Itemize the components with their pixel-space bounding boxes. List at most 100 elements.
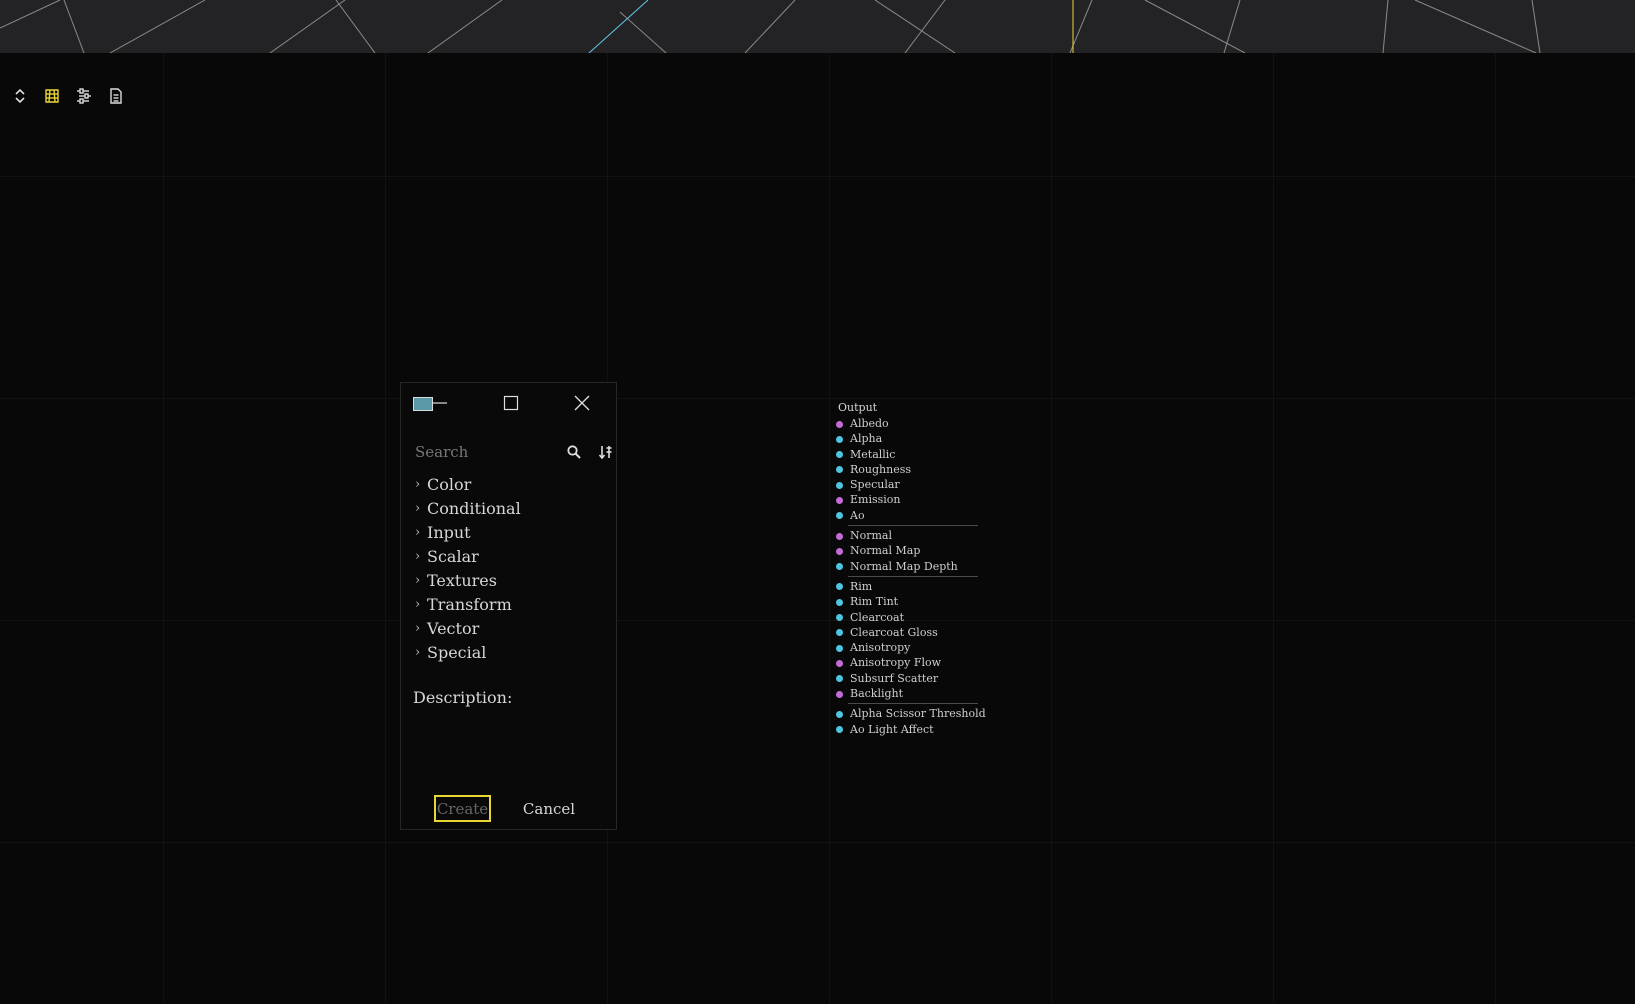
category-item[interactable]: › Color [415,473,521,497]
input-port[interactable]: Backlight [834,686,984,701]
port-label: Emission [850,493,901,507]
port-label: Alpha [850,432,883,446]
port-connector-icon[interactable] [836,563,843,571]
category-label: Vector [427,619,480,638]
input-port[interactable]: Alpha [834,431,984,446]
port-connector-icon[interactable] [836,583,843,591]
viewport-preview[interactable] [0,0,1635,53]
input-port[interactable]: Normal Map Depth [834,559,984,574]
port-separator [848,575,978,577]
output-node[interactable]: Output Albedo Alpha Metallic Roughness Specu… [834,400,986,737]
input-port[interactable]: Specular [834,477,984,492]
category-item[interactable]: › Vector [415,617,521,641]
input-port[interactable]: Clearcoat [834,610,984,625]
port-connector-icon[interactable] [836,598,843,606]
grid-snap-button[interactable] [42,86,62,106]
chevron-right-icon: › [415,573,421,588]
graph-toolbar [10,86,126,106]
chevron-right-icon: › [415,525,421,540]
input-port[interactable]: Subsurf Scatter [834,671,984,686]
search-input[interactable] [413,439,547,465]
category-label: Input [427,523,471,542]
port-separator [848,703,978,705]
port-connector-icon[interactable] [836,532,843,540]
graph-canvas[interactable] [0,53,1635,1004]
maximize-button[interactable] [498,391,524,415]
category-item[interactable]: › Transform [415,593,521,617]
input-port[interactable]: Rim [834,579,984,594]
category-item[interactable]: › Input [415,521,521,545]
port-separator [848,525,978,527]
port-label: Backlight [850,687,904,701]
description-label: Description: [413,688,513,707]
category-item[interactable]: › Scalar [415,545,521,569]
port-connector-icon[interactable] [836,629,843,637]
input-port[interactable]: Normal [834,528,984,543]
input-port[interactable]: Anisotropy [834,640,984,655]
close-button[interactable] [569,391,595,415]
port-connector-icon[interactable] [836,614,843,622]
maximize-icon [503,395,519,411]
port-label: Roughness [850,462,911,476]
port-connector-icon[interactable] [836,466,843,474]
port-label: Subsurf Scatter [850,671,939,685]
port-connector-icon[interactable] [836,710,843,718]
category-label: Textures [427,571,497,590]
input-port[interactable]: Metallic [834,447,984,462]
input-port[interactable]: Albedo [834,416,984,431]
category-item[interactable]: › Special [415,641,521,665]
chevron-right-icon: › [415,597,421,612]
show-code-button[interactable] [106,86,126,106]
input-port[interactable]: Ao Light Affect [834,722,984,737]
category-label: Special [427,643,487,662]
input-port[interactable]: Clearcoat Gloss [834,625,984,640]
port-connector-icon[interactable] [836,512,843,520]
port-connector-icon[interactable] [836,451,843,459]
port-connector-icon[interactable] [836,690,843,698]
minimize-icon [433,402,447,404]
input-port[interactable]: Anisotropy Flow [834,655,984,670]
port-label: Clearcoat Gloss [850,625,938,639]
category-item[interactable]: › Textures [415,569,521,593]
sort-filter-button[interactable] [595,441,617,463]
search-button[interactable] [563,441,585,463]
port-label: Anisotropy Flow [850,656,942,670]
port-connector-icon[interactable] [836,420,843,428]
input-port[interactable]: Ao [834,508,984,523]
search-icon [567,445,581,459]
dialog-titlebar[interactable] [401,383,616,423]
category-item[interactable]: › Conditional [415,497,521,521]
input-port[interactable]: Emission [834,492,984,507]
chevron-right-icon: › [415,621,421,636]
port-label: Metallic [850,447,896,461]
grid-snap-icon [45,89,59,103]
minimize-button[interactable] [427,391,453,415]
cancel-button[interactable]: Cancel [521,795,577,822]
input-port[interactable]: Normal Map [834,543,984,558]
create-button[interactable]: Create [434,795,491,822]
chevron-right-icon: › [415,501,421,516]
arrange-icon [77,88,91,104]
port-label: Specular [850,478,900,492]
port-label: Ao Light Affect [850,722,934,736]
port-connector-icon[interactable] [836,496,843,504]
input-port[interactable]: Rim Tint [834,594,984,609]
port-label: Ao [850,508,865,522]
expand-collapse-button[interactable] [10,86,30,106]
chevron-right-icon: › [415,645,421,660]
arrange-nodes-button[interactable] [74,86,94,106]
chevron-right-icon: › [415,549,421,564]
input-port[interactable]: Roughness [834,462,984,477]
category-label: Conditional [427,499,521,518]
port-label: Rim [850,579,873,593]
port-connector-icon[interactable] [836,435,843,443]
port-connector-icon[interactable] [836,547,843,555]
port-label: Anisotropy [850,641,911,655]
port-connector-icon[interactable] [836,726,843,734]
port-connector-icon[interactable] [836,481,843,489]
port-connector-icon[interactable] [836,644,843,652]
port-list: Albedo Alpha Metallic Roughness Specular Emis… [834,416,986,737]
port-connector-icon[interactable] [836,675,843,683]
port-connector-icon[interactable] [836,659,843,667]
input-port[interactable]: Alpha Scissor Threshold [834,706,986,721]
